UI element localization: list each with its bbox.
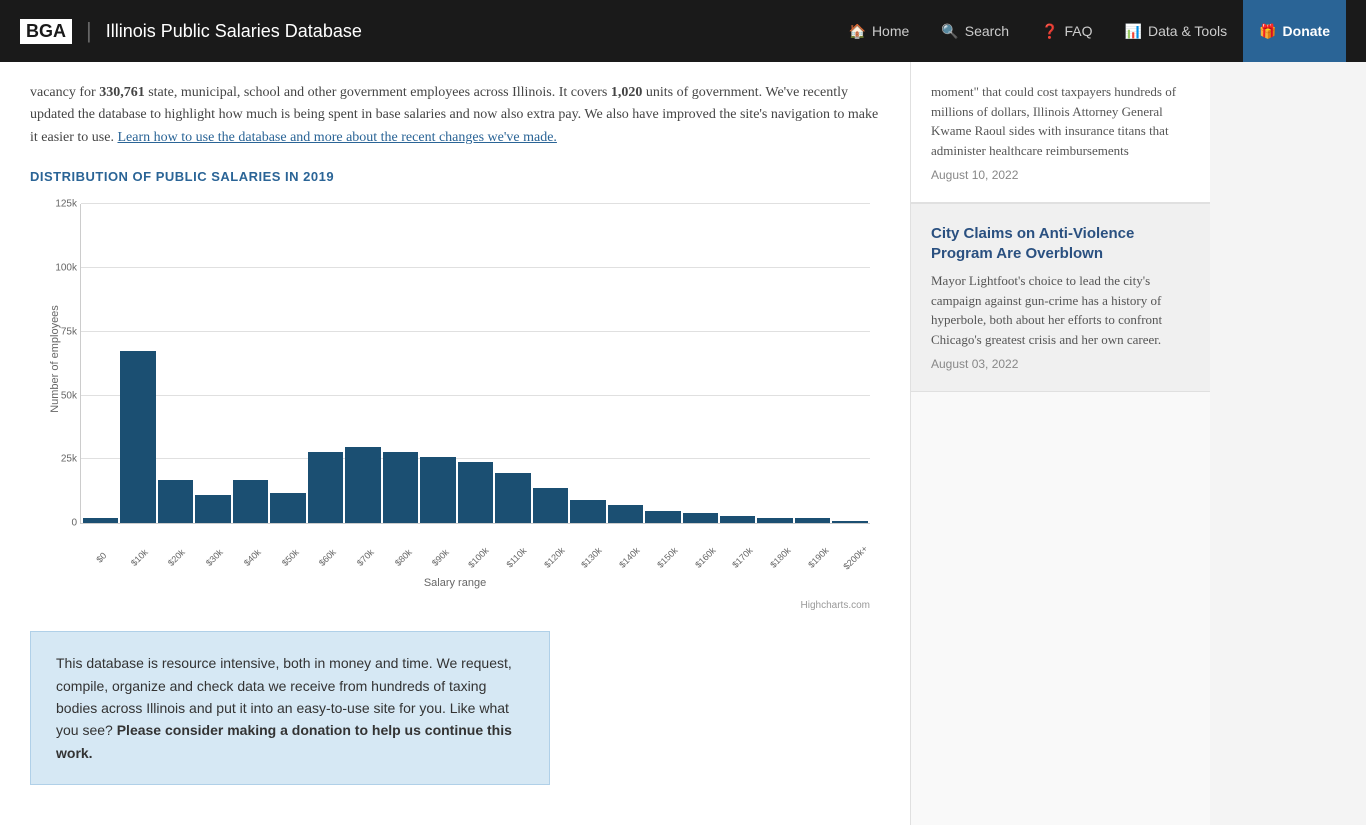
x-label-13: $130k (576, 542, 608, 574)
sidebar-article-1: moment" that could cost taxpayers hundre… (911, 62, 1210, 203)
main-content: vacancy for 330,761 state, municipal, sc… (0, 62, 910, 825)
donation-bold: Please consider making a donation to hel… (56, 722, 512, 760)
bar-3 (195, 495, 230, 523)
bga-logo: BGA (20, 19, 72, 44)
y-label-100k: 100k (55, 262, 77, 273)
nav-search-label: Search (965, 23, 1009, 39)
x-label-6: $60k (312, 542, 344, 574)
sidebar-article-2: City Claims on Anti-Violence Program Are… (911, 204, 1210, 392)
nav-donate-label: Donate (1283, 23, 1330, 39)
bar-5 (270, 493, 305, 523)
x-label-17: $170k (726, 542, 758, 574)
bar-20 (832, 521, 867, 524)
x-label-7: $70k (349, 542, 381, 574)
bar-16 (683, 513, 718, 523)
page-wrapper: vacancy for 330,761 state, municipal, sc… (0, 62, 1366, 825)
brand-logo[interactable]: BGA | Illinois Public Salaries Database (20, 18, 362, 44)
y-axis-label-text: Number of employees (49, 305, 61, 413)
y-label-75k: 75k (61, 326, 77, 337)
x-label-2: $20k (161, 542, 193, 574)
x-label-3: $30k (198, 542, 230, 574)
bar-11 (495, 473, 530, 524)
y-axis-label: Number of employees (30, 194, 80, 524)
site-title: Illinois Public Salaries Database (106, 21, 362, 42)
sidebar-article-2-date: August 03, 2022 (931, 357, 1190, 371)
bar-9 (420, 457, 455, 523)
bar-8 (383, 452, 418, 523)
x-label-20: $200k+ (840, 542, 872, 574)
x-label-11: $110k (500, 542, 532, 574)
x-label-10: $100k (462, 542, 494, 574)
x-axis-labels: $0$10k$20k$30k$40k$50k$60k$70k$80k$90k$1… (80, 554, 870, 564)
bar-10 (458, 462, 493, 523)
faq-icon: ❓ (1041, 23, 1058, 40)
nav-divider: | (86, 18, 92, 44)
intro-paragraph: vacancy for 330,761 state, municipal, sc… (30, 82, 880, 149)
bars-wrapper (81, 204, 870, 523)
data-tools-icon: 📊 (1125, 23, 1142, 40)
nav-data-tools-label: Data & Tools (1148, 23, 1227, 39)
sidebar-article-1-date: August 10, 2022 (931, 168, 1190, 182)
chart-area: 25k 50k 75k 100k 125k 0 (80, 204, 870, 524)
bar-4 (233, 480, 268, 523)
bar-15 (645, 511, 680, 524)
intro-link[interactable]: Learn how to use the database and more a… (117, 130, 556, 145)
x-label-16: $160k (689, 542, 721, 574)
navbar: BGA | Illinois Public Salaries Database … (0, 0, 1366, 62)
home-icon: 🏠 (849, 23, 866, 40)
x-label-18: $180k (764, 542, 796, 574)
x-label-8: $80k (387, 542, 419, 574)
nav-faq-label: FAQ (1065, 23, 1093, 39)
chart-title: DISTRIBUTION OF PUBLIC SALARIES IN 2019 (30, 169, 880, 184)
chart-container: Number of employees 25k 50k 75k 100k 125… (30, 194, 880, 594)
sidebar: moment" that could cost taxpayers hundre… (910, 62, 1210, 825)
bar-14 (608, 505, 643, 523)
highcharts-credit: Highcharts.com (30, 600, 880, 611)
sidebar-article-2-title[interactable]: City Claims on Anti-Violence Program Are… (931, 224, 1190, 263)
x-axis-title: Salary range (30, 577, 880, 589)
x-label-12: $120k (538, 542, 570, 574)
x-label-15: $150k (651, 542, 683, 574)
x-label-1: $10k (123, 542, 155, 574)
y-label-25k: 25k (61, 454, 77, 465)
donate-icon: 🎁 (1259, 23, 1276, 40)
x-label-19: $190k (802, 542, 834, 574)
nav-data-tools[interactable]: 📊 Data & Tools (1109, 0, 1244, 62)
search-icon: 🔍 (941, 23, 958, 40)
nav-donate[interactable]: 🎁 Donate (1243, 0, 1346, 62)
bar-1 (120, 351, 155, 523)
sidebar-article-2-body: Mayor Lightfoot's choice to lead the cit… (931, 271, 1190, 349)
bar-12 (533, 488, 568, 523)
y-label-0: 0 (71, 518, 77, 529)
bar-13 (570, 500, 605, 523)
donation-box: This database is resource intensive, bot… (30, 631, 550, 785)
bar-17 (720, 516, 755, 524)
x-label-14: $140k (613, 542, 645, 574)
bar-6 (308, 452, 343, 523)
sidebar-article-1-body: moment" that could cost taxpayers hundre… (931, 82, 1190, 160)
x-label-9: $90k (425, 542, 457, 574)
y-label-125k: 125k (55, 199, 77, 210)
nav-faq[interactable]: ❓ FAQ (1025, 0, 1108, 62)
x-label-5: $50k (274, 542, 306, 574)
nav-search[interactable]: 🔍 Search (925, 0, 1025, 62)
x-label-0: $0 (85, 542, 117, 574)
x-label-4: $40k (236, 542, 268, 574)
y-label-50k: 50k (61, 390, 77, 401)
bar-18 (757, 518, 792, 523)
bar-0 (83, 518, 118, 523)
nav-home-label: Home (872, 23, 909, 39)
main-nav: 🏠 Home 🔍 Search ❓ FAQ 📊 Data & Tools 🎁 D… (833, 0, 1347, 62)
bar-19 (795, 518, 830, 523)
bar-7 (345, 447, 380, 523)
bar-2 (158, 480, 193, 523)
nav-home[interactable]: 🏠 Home (833, 0, 926, 62)
